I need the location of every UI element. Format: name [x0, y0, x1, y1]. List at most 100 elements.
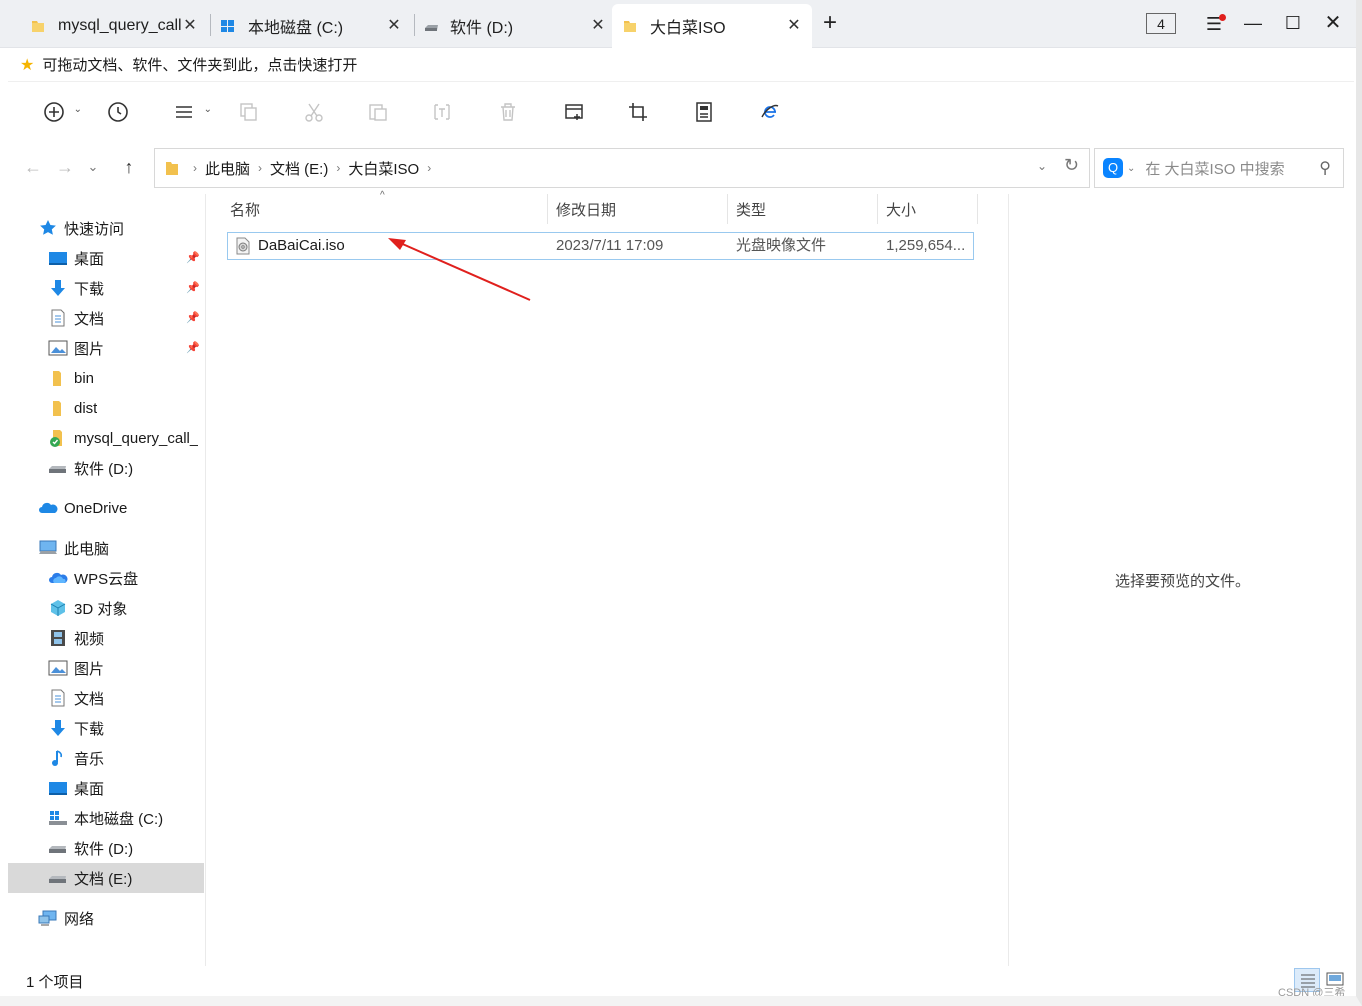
paste-button[interactable] — [364, 98, 392, 126]
sync-folder-icon — [48, 428, 68, 448]
sidebar-item-music[interactable]: 音乐 — [8, 743, 204, 773]
pin-icon[interactable]: 📌 — [186, 251, 200, 264]
tab-local-disk-c[interactable]: 本地磁盘 (C:) ✕ — [212, 4, 412, 48]
tab-label: 本地磁盘 (C:) — [248, 20, 344, 37]
search-engine-icon[interactable]: Q — [1103, 158, 1123, 178]
delete-button[interactable] — [494, 98, 522, 126]
window-count-badge[interactable]: 4 — [1146, 13, 1176, 34]
file-name[interactable]: DaBaiCai.iso — [258, 233, 345, 259]
sidebar-item-onedrive[interactable]: OneDrive — [8, 493, 204, 523]
document-icon — [48, 308, 68, 328]
sidebar-item-label: 桌面 — [74, 250, 105, 268]
column-header-modified[interactable]: 修改日期 — [546, 194, 728, 224]
windows-drive-icon — [220, 18, 236, 34]
copy-button[interactable] — [234, 98, 262, 126]
column-modified-label: 修改日期 — [556, 201, 617, 219]
view-menu-button[interactable]: ⌄ — [170, 98, 212, 126]
tab-dabaicai-iso[interactable]: 大白菜ISO ✕ — [612, 4, 812, 48]
crop-button[interactable] — [624, 98, 652, 126]
sidebar-item-quick-access[interactable]: 快速访问 — [8, 213, 204, 243]
chevron-down-icon: ⌄ — [203, 104, 212, 115]
new-tab-button[interactable]: + — [818, 11, 842, 36]
item-count: 1 个项目 — [26, 974, 84, 991]
sidebar-item-label: bin — [74, 369, 95, 387]
quick-hint-bar[interactable]: ★ 可拖动文档、软件、文件夹到此，点击快速打开 — [8, 48, 1354, 82]
search-placeholder: 在 大白菜ISO 中搜索 — [1145, 160, 1285, 178]
cloud-icon — [48, 568, 68, 588]
close-icon[interactable]: ✕ — [180, 16, 200, 36]
rename-button[interactable] — [428, 98, 456, 126]
sidebar-item-documents-pc[interactable]: 文档 — [8, 683, 204, 713]
sidebar-item-label: 视频 — [74, 630, 105, 648]
chevron-down-icon[interactable]: ⌄ — [1127, 163, 1135, 174]
close-icon[interactable]: ✕ — [784, 16, 804, 36]
preview-placeholder-text: 选择要预览的文件。 — [1115, 573, 1251, 590]
sidebar-item-wps-cloud[interactable]: WPS云盘 — [8, 563, 204, 593]
breadcrumb-this-pc[interactable]: 此电脑 — [205, 158, 250, 179]
chevron-right-icon[interactable]: › — [258, 161, 262, 175]
file-list: ^ 名称 修改日期 类型 大小 DaBaiCai.iso 2023/7/11 1… — [206, 190, 1008, 966]
sidebar-item-bin[interactable]: bin — [8, 363, 204, 393]
sidebar-item-software-d[interactable]: 软件 (D:) — [8, 453, 204, 483]
sidebar-item-label: 下载 — [74, 720, 105, 738]
sidebar-item-documents-e[interactable]: 文档 (E:) — [8, 863, 204, 893]
breadcrumb-dabaicai-iso[interactable]: 大白菜ISO — [348, 158, 419, 179]
table-row[interactable]: DaBaiCai.iso 2023/7/11 17:09 光盘映像文件 1,25… — [227, 232, 974, 260]
refresh-icon[interactable]: ↻ — [1064, 155, 1079, 176]
search-icon[interactable]: ⚲ — [1319, 158, 1331, 178]
column-header-size[interactable]: 大小 — [876, 194, 978, 224]
recent-button[interactable] — [104, 98, 132, 126]
sidebar-item-documents[interactable]: 文档 📌 — [8, 303, 204, 333]
ie-button[interactable] — [756, 98, 784, 126]
up-button[interactable]: ↑ — [118, 156, 140, 178]
sidebar-item-downloads-pc[interactable]: 下载 — [8, 713, 204, 743]
maximize-button[interactable]: ☐ — [1280, 12, 1306, 36]
download-icon — [48, 278, 68, 298]
sidebar-item-dist[interactable]: dist — [8, 393, 204, 423]
calculator-button[interactable] — [690, 98, 718, 126]
new-button[interactable]: ⌄ — [40, 98, 82, 126]
sidebar-item-3d-objects[interactable]: 3D 对象 — [8, 593, 204, 623]
tab-mysql-query-call[interactable]: mysql_query_call ✕ — [8, 4, 208, 48]
sidebar-item-label: 本地磁盘 (C:) — [74, 810, 164, 828]
sidebar-item-videos[interactable]: 视频 — [8, 623, 204, 653]
sidebar-item-local-disk-c[interactable]: 本地磁盘 (C:) — [8, 803, 204, 833]
chevron-right-icon[interactable]: › — [336, 161, 340, 175]
new-window-button[interactable] — [560, 98, 588, 126]
sidebar-item-mysql-query-call[interactable]: mysql_query_call_ — [8, 423, 204, 453]
sidebar-item-this-pc[interactable]: 此电脑 — [8, 533, 204, 563]
recent-locations-button[interactable]: ⌄ — [82, 156, 104, 178]
pin-icon[interactable]: 📌 — [186, 281, 200, 294]
cut-button[interactable] — [300, 98, 328, 126]
sidebar-item-pictures-pc[interactable]: 图片 — [8, 653, 204, 683]
sidebar-item-desktop-pc[interactable]: 桌面 — [8, 773, 204, 803]
chevron-right-icon[interactable]: › — [427, 161, 431, 175]
sidebar-item-software-d-pc[interactable]: 软件 (D:) — [8, 833, 204, 863]
column-type-label: 类型 — [736, 201, 767, 219]
breadcrumb-documents-e[interactable]: 文档 (E:) — [270, 158, 328, 179]
sidebar-item-downloads[interactable]: 下载 📌 — [8, 273, 204, 303]
close-icon[interactable]: ✕ — [588, 16, 608, 36]
back-button[interactable]: ← — [22, 156, 44, 178]
forward-button[interactable]: → — [54, 156, 76, 178]
hint-text: 可拖动文档、软件、文件夹到此，点击快速打开 — [42, 57, 358, 74]
minimize-button[interactable]: — — [1240, 12, 1266, 36]
chevron-down-icon[interactable]: ⌄ — [1037, 159, 1047, 173]
tab-divider — [210, 14, 211, 36]
tab-software-d[interactable]: 软件 (D:) ✕ — [416, 4, 616, 48]
search-input[interactable]: Q ⌄ 在 大白菜ISO 中搜索 ⚲ — [1094, 148, 1344, 188]
column-header-name[interactable]: 名称 — [220, 194, 548, 224]
close-icon[interactable]: ✕ — [384, 16, 404, 36]
rename-icon — [434, 104, 450, 120]
sidebar-item-desktop[interactable]: 桌面 📌 — [8, 243, 204, 273]
column-header-type[interactable]: 类型 — [726, 194, 878, 224]
pin-icon[interactable]: 📌 — [186, 311, 200, 324]
sidebar-item-network[interactable]: 网络 — [8, 903, 204, 933]
folder-icon — [48, 398, 68, 418]
music-icon — [48, 748, 68, 768]
chevron-down-icon: ⌄ — [73, 104, 82, 115]
address-bar[interactable]: › 此电脑 › 文档 (E:) › 大白菜ISO › ⌄ ↻ — [154, 148, 1090, 188]
pin-icon[interactable]: 📌 — [186, 341, 200, 354]
sidebar-item-pictures[interactable]: 图片 📌 — [8, 333, 204, 363]
close-window-button[interactable]: ✕ — [1320, 12, 1346, 36]
